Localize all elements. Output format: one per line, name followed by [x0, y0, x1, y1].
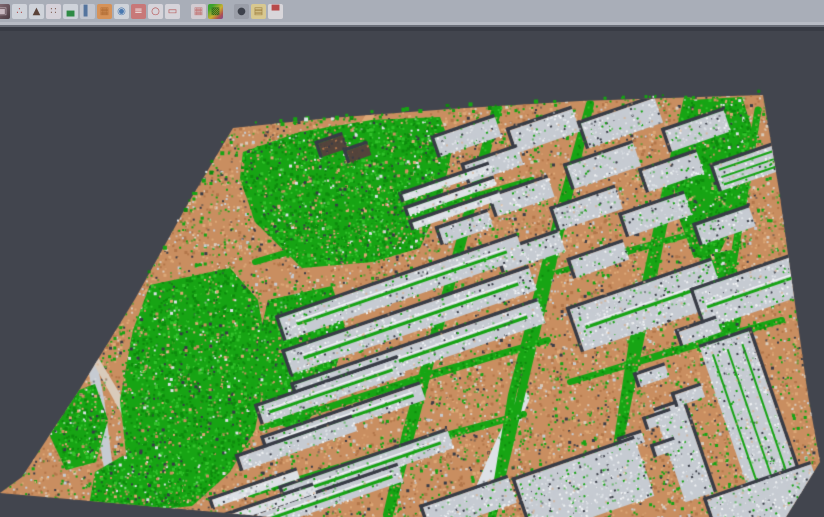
histogram-icon[interactable]: ▀ — [268, 4, 283, 19]
classification-colors-icon[interactable]: ▩ — [208, 4, 223, 19]
layer-list-icon[interactable]: ≡ — [131, 4, 146, 19]
cross-section-icon[interactable]: ▌ — [80, 4, 95, 19]
circle-selection-icon[interactable]: ○ — [148, 4, 163, 19]
main-toolbar: ▣∴▲∷▄▌▦◉≡○▭▦▩●▤▀ — [0, 0, 824, 22]
raster-grid-icon[interactable]: ▦ — [191, 4, 206, 19]
viewport-3d[interactable] — [0, 31, 824, 517]
toolbar-group: ●▤▀ — [233, 4, 284, 19]
toolbar-group: ▦▩ — [190, 4, 224, 19]
toolbar-group: ▣∴▲∷▄▌▦◉≡○▭ — [0, 4, 181, 19]
align-points-icon[interactable]: ∴ — [12, 4, 27, 19]
orthophoto-icon[interactable]: ▦ — [97, 4, 112, 19]
toolbar-dark-edge — [0, 27, 824, 31]
application-window: ▣∴▲∷▄▌▦◉≡○▭▦▩●▤▀ — [0, 0, 824, 517]
subsample-points-icon[interactable]: ∷ — [46, 4, 61, 19]
dem-surface-icon[interactable]: ▄ — [63, 4, 78, 19]
rectangle-selection-icon[interactable]: ▭ — [165, 4, 180, 19]
texture-map-icon[interactable]: ▤ — [251, 4, 266, 19]
terrain-model-icon[interactable]: ▲ — [29, 4, 44, 19]
render-sphere-icon[interactable]: ● — [234, 4, 249, 19]
globe-icon[interactable]: ◉ — [114, 4, 129, 19]
clip-box-icon[interactable]: ▣ — [0, 4, 10, 19]
